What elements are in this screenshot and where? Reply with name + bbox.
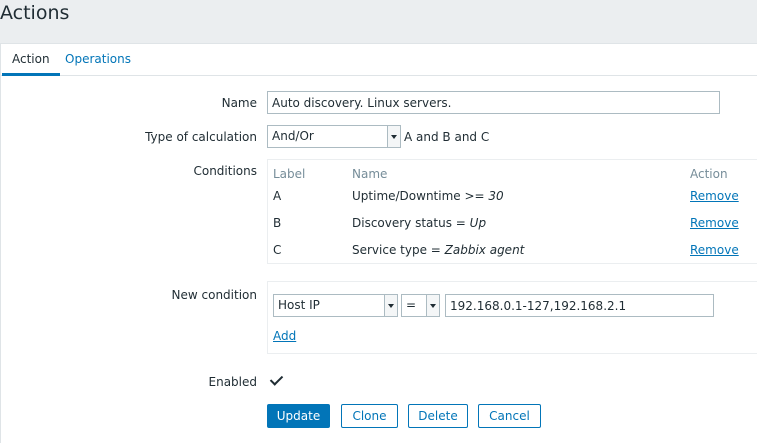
conditions-table: Label Name Action A Uptime/Downtime >= 3…: [267, 159, 757, 264]
enabled-checkbox[interactable]: [268, 373, 284, 389]
remove-condition-c-link[interactable]: Remove: [690, 243, 739, 257]
chevron-down-icon: [387, 126, 400, 147]
calc-type-select[interactable]: And/Or: [267, 125, 401, 148]
remove-condition-b-link[interactable]: Remove: [690, 216, 739, 230]
clone-button[interactable]: Clone: [341, 404, 398, 428]
new-condition-box: [267, 281, 757, 354]
enabled-label: Enabled: [208, 375, 258, 389]
page-header: Actions: [0, 0, 757, 41]
add-condition-link[interactable]: Add: [273, 329, 296, 343]
condition-label-b: B: [273, 216, 282, 230]
new-condition-type-value: Host IP: [278, 298, 320, 312]
new-condition-type-select[interactable]: Host IP: [273, 294, 398, 317]
chevron-down-icon: [426, 295, 439, 316]
remove-condition-a-link[interactable]: Remove: [690, 189, 739, 203]
condition-name-c: Service type = Zabbix agent: [352, 243, 525, 257]
calc-type-value: And/Or: [272, 129, 314, 143]
conditions-col-label: Label: [273, 167, 306, 181]
update-button[interactable]: Update: [267, 404, 330, 428]
new-condition-label: New condition: [171, 288, 257, 302]
tab-action[interactable]: Action: [2, 44, 60, 76]
condition-name-a: Uptime/Downtime >= 30: [352, 189, 504, 203]
delete-button[interactable]: Delete: [408, 404, 468, 428]
condition-label-c: C: [273, 243, 282, 257]
cancel-button[interactable]: Cancel: [478, 404, 541, 428]
tab-operations[interactable]: Operations: [55, 44, 141, 76]
new-condition-operator-value: =: [406, 298, 417, 312]
calc-type-label: Type of calculation: [145, 130, 257, 144]
tab-bar: Action Operations: [1, 44, 757, 76]
condition-label-a: A: [273, 189, 282, 203]
name-input[interactable]: [267, 91, 720, 114]
condition-name-b: Discovery status = Up: [352, 216, 487, 230]
name-label: Name: [221, 96, 257, 110]
new-condition-value-input[interactable]: [445, 294, 714, 317]
conditions-col-action: Action: [690, 167, 728, 181]
conditions-col-name: Name: [352, 167, 388, 181]
page-title: Actions: [0, 2, 70, 24]
conditions-label: Conditions: [193, 164, 257, 178]
chevron-down-icon: [384, 295, 397, 316]
new-condition-operator-select[interactable]: =: [401, 294, 440, 317]
calc-expression: A and B and C: [404, 130, 490, 144]
